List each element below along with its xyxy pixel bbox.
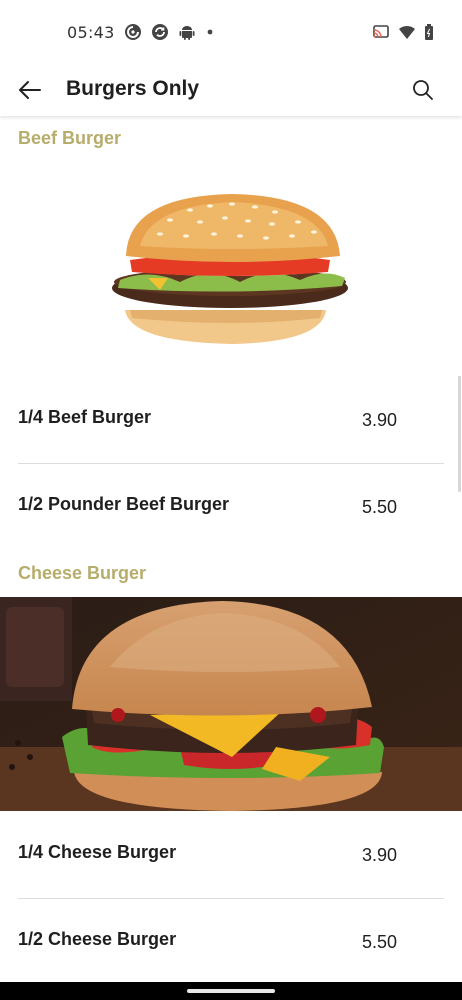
cast-icon [372, 23, 390, 41]
beef-burger-photo [0, 160, 462, 376]
divider [18, 898, 444, 899]
divider [18, 463, 444, 464]
dot-icon [205, 23, 215, 41]
status-time: 05:43 [67, 23, 115, 42]
arrow-left-icon [16, 76, 44, 104]
item-name-quarter-beef-burger[interactable]: 1/4 Beef Burger [18, 407, 151, 428]
item-name-quarter-cheese-burger[interactable]: 1/4 Cheese Burger [18, 842, 176, 863]
menu-list[interactable]: Beef Burger 1/4 Beef Burger 3.90 1/2 Pou… [0, 116, 462, 982]
home-indicator[interactable] [187, 989, 275, 993]
status-left-icons [124, 23, 215, 41]
battery-icon [424, 23, 434, 41]
status-bar: 05:43 [0, 0, 462, 64]
pocket-casts-icon [124, 23, 142, 41]
app-bar: Burgers Only [0, 64, 462, 116]
wifi-icon [398, 23, 416, 41]
section-title-beef-burger: Beef Burger [18, 128, 122, 148]
page-title: Burgers Only [66, 77, 200, 100]
item-name-half-pounder-beef-burger[interactable]: 1/2 Pounder Beef Burger [18, 494, 229, 515]
item-price: 5.50 [362, 497, 398, 517]
search-button[interactable] [408, 75, 438, 105]
cheese-burger-photo [0, 597, 462, 811]
item-price: 3.90 [362, 845, 398, 865]
status-right-icons [372, 23, 434, 41]
section-title-cheese-burger: Cheese Burger [18, 563, 147, 583]
search-icon [411, 78, 435, 102]
sync-icon [151, 23, 169, 41]
item-price: 5.50 [362, 932, 398, 952]
android-icon [178, 23, 196, 41]
back-button[interactable] [14, 74, 46, 106]
navigation-bar [0, 982, 462, 1000]
item-name-half-cheese-burger[interactable]: 1/2 Cheese Burger [18, 929, 176, 950]
item-price: 3.90 [362, 410, 398, 430]
